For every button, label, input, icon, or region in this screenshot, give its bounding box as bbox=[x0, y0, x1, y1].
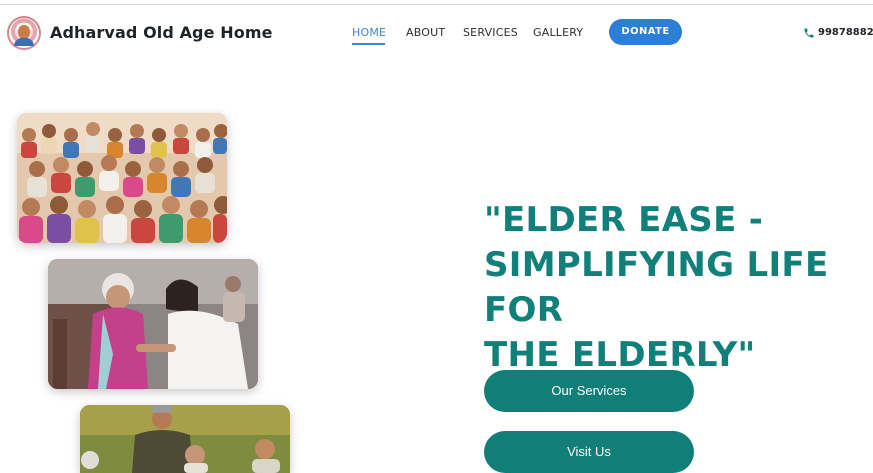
hero-photo-caregiver bbox=[48, 259, 258, 389]
window-top-border bbox=[0, 4, 873, 5]
elder-woman-logo-icon[interactable] bbox=[7, 16, 41, 50]
nav-home[interactable]: HOME bbox=[352, 26, 386, 39]
hero-photo-elderly-crowd bbox=[17, 113, 227, 243]
our-services-button[interactable]: Our Services bbox=[484, 370, 694, 412]
headline-line-2: SIMPLIFYING LIFE FOR bbox=[484, 245, 829, 330]
visit-us-button[interactable]: Visit Us bbox=[484, 431, 694, 473]
nav-active-underline bbox=[352, 43, 385, 45]
phone-number[interactable]: 99878882996 bbox=[818, 27, 873, 38]
outdoor-elders-illustration bbox=[80, 405, 290, 473]
crowd-illustration bbox=[17, 113, 227, 243]
headline-line-1: "ELDER EASE - bbox=[484, 200, 764, 240]
caregiver-illustration bbox=[48, 259, 258, 389]
donate-button[interactable]: DONATE bbox=[609, 19, 682, 45]
nav-gallery[interactable]: GALLERY bbox=[533, 26, 583, 39]
nav-services[interactable]: SERVICES bbox=[463, 26, 518, 39]
navbar: Adharvad Old Age Home HOME ABOUT SERVICE… bbox=[0, 6, 873, 58]
nav-about[interactable]: ABOUT bbox=[406, 26, 445, 39]
phone-icon bbox=[804, 28, 814, 38]
brand-name[interactable]: Adharvad Old Age Home bbox=[50, 23, 273, 42]
hero-photo-outdoor-elders bbox=[80, 405, 290, 473]
hero-headline: "ELDER EASE - SIMPLIFYING LIFE FOR THE E… bbox=[484, 198, 873, 378]
